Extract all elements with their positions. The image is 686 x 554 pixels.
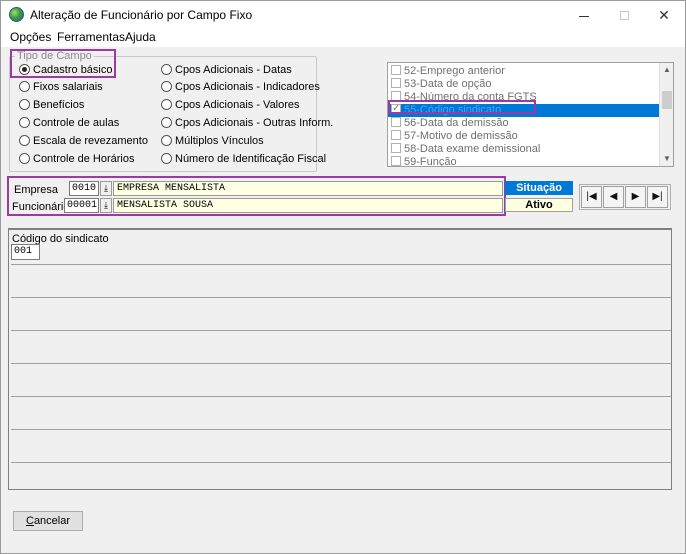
radio-icon [19,117,30,128]
last-icon: ▶| [652,191,663,202]
radio-icon [161,117,172,128]
record-navigator: |◀ ◀ ▶ ▶| [579,184,671,210]
funcionario-lookup-button[interactable]: ⤓ [100,198,112,213]
main-window: Alteração de Funcionário por Campo Fixo … [0,0,686,554]
checkbox-icon[interactable] [391,143,401,153]
close-icon: ✕ [658,7,670,23]
radio-icon [161,153,172,164]
radio-icon [19,135,30,146]
grid-divider [11,264,671,265]
list-item[interactable]: 59-Função [388,156,660,166]
list-item[interactable]: 52-Emprego anterior [388,65,660,78]
grid-divider [11,330,671,331]
radio-controle-horarios[interactable]: Controle de Horários [19,152,135,166]
funcionario-code-input[interactable]: 00001 [64,198,99,213]
minimize-button[interactable] [564,1,604,29]
download-arrow-icon: ⤓ [104,183,108,193]
window-title: Alteração de Funcionário por Campo Fixo [30,8,253,22]
scroll-thumb[interactable] [662,91,672,109]
download-arrow-icon: ⤓ [104,200,108,210]
grid-divider [11,297,671,298]
checkbox-checked-icon[interactable] [391,102,401,115]
nav-last-button[interactable]: ▶| [647,186,668,208]
menu-bar: Opções Ferramentas Ajuda [1,29,685,47]
grid-divider [11,396,671,397]
app-globe-icon [9,7,24,22]
menu-opcoes[interactable]: Opções [10,29,51,45]
empresa-name-field: EMPRESA MENSALISTA [113,181,503,196]
menu-ferramentas[interactable]: Ferramentas [57,29,125,45]
radio-icon [161,64,172,75]
checkbox-icon[interactable] [391,65,401,75]
checkbox-icon[interactable] [391,78,401,88]
list-item[interactable]: 54-Número da conta FGTS [388,91,660,104]
edit-grid: Código do sindicato 001 [8,228,672,490]
radio-icon [19,153,30,164]
grid-divider [11,363,671,364]
menu-ajuda[interactable]: Ajuda [125,29,156,45]
list-scrollbar[interactable]: ▲ ▼ [659,63,673,166]
grid-divider [11,462,671,463]
list-item[interactable]: 58-Data exame demissional [388,143,660,156]
radio-cpos-indicadores[interactable]: Cpos Adicionais - Indicadores [161,80,320,94]
list-item[interactable]: 56-Data da demissão [388,117,660,130]
scroll-down-icon[interactable]: ▼ [660,152,673,166]
checkbox-icon[interactable] [391,91,401,101]
nav-prev-button[interactable]: ◀ [603,186,624,208]
radio-icon [161,135,172,146]
empresa-code-input[interactable]: 0010 [69,181,99,196]
situacao-value: Ativo [505,198,573,212]
field-checklist[interactable]: 52-Emprego anterior 53-Data de opção 54-… [387,62,674,167]
prev-icon: ◀ [609,191,618,202]
close-button[interactable]: ✕ [644,1,684,29]
nav-next-button[interactable]: ▶ [625,186,646,208]
cancel-button[interactable]: Cancelar [13,511,83,531]
radio-escala-revezamento[interactable]: Escala de revezamento [19,134,148,148]
radio-controle-aulas[interactable]: Controle de aulas [19,116,119,130]
list-item[interactable]: 57-Motivo de demissão [388,130,660,143]
first-icon: |◀ [586,191,597,202]
radio-icon [19,81,30,92]
title-bar: Alteração de Funcionário por Campo Fixo … [1,1,685,29]
maximize-button[interactable] [604,1,644,29]
grid-divider [11,429,671,430]
radio-beneficios[interactable]: Benefícios [19,98,84,112]
radio-cpos-valores[interactable]: Cpos Adicionais - Valores [161,98,300,112]
radio-icon [19,99,30,110]
radio-icon [161,99,172,110]
radio-cpos-datas[interactable]: Cpos Adicionais - Datas [161,63,292,77]
checkbox-icon[interactable] [391,156,401,166]
empresa-lookup-button[interactable]: ⤓ [100,181,112,196]
radio-nif[interactable]: Número de Identificação Fiscal [161,152,326,166]
minimize-icon [579,15,589,17]
nav-first-button[interactable]: |◀ [581,186,602,208]
maximize-icon [619,11,629,20]
situacao-header: Situação [505,181,573,195]
funcionario-name-field: MENSALISTA SOUSA [113,198,503,213]
funcionario-label: Funcionário [12,201,70,213]
radio-selected-icon [19,64,30,75]
list-item-selected[interactable]: 55-Código sindicato [388,102,660,117]
scroll-up-icon[interactable]: ▲ [660,63,673,77]
next-icon: ▶ [631,191,640,202]
codigo-sindicato-input[interactable]: 001 [11,244,40,260]
empresa-label: Empresa [14,184,59,196]
radio-icon [161,81,172,92]
radio-cpos-outras[interactable]: Cpos Adicionais - Outras Inform. [161,116,333,130]
radio-cadastro-basico[interactable]: Cadastro básico [19,63,113,77]
checkbox-icon[interactable] [391,130,401,140]
checkbox-icon[interactable] [391,117,401,127]
radio-multiplos-vinculos[interactable]: Múltiplos Vínculos [161,134,264,148]
list-item[interactable]: 53-Data de opção [388,78,660,91]
radio-fixos-salariais[interactable]: Fixos salariais [19,80,103,94]
